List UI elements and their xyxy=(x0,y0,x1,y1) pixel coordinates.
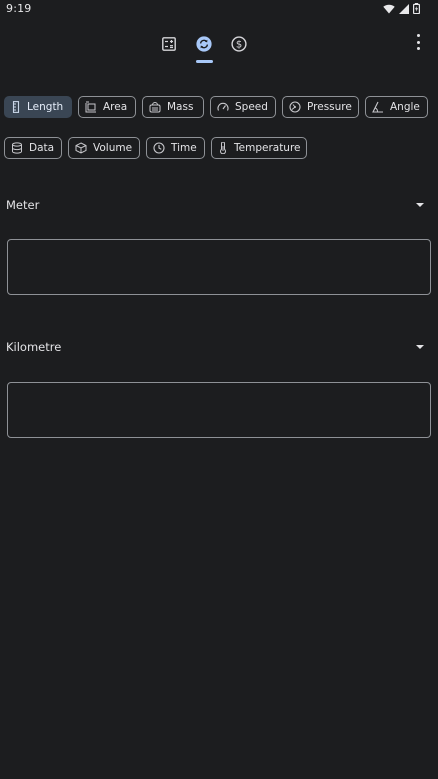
dropdown-arrow-icon xyxy=(416,345,424,349)
more-dot xyxy=(416,40,420,44)
wifi-icon xyxy=(383,4,395,13)
calculator-icon xyxy=(162,37,176,51)
cube-icon xyxy=(75,142,87,154)
selected-tab-indicator xyxy=(196,60,213,63)
chip-label: Time xyxy=(171,142,197,154)
chip-label: Area xyxy=(103,101,128,113)
chip-time[interactable]: Time xyxy=(146,137,205,159)
svg-text:$: $ xyxy=(236,40,242,51)
signal-icon xyxy=(399,3,409,14)
chip-label: Temperature xyxy=(234,142,301,154)
angle-icon xyxy=(372,101,384,113)
from-value-input[interactable] xyxy=(7,239,431,295)
tab-calculator[interactable] xyxy=(157,32,181,56)
thermometer-icon xyxy=(218,142,228,154)
tab-converter[interactable] xyxy=(192,32,216,56)
from-unit-dropdown[interactable]: Meter xyxy=(6,195,430,215)
to-unit-label: Kilometre xyxy=(6,340,62,354)
chip-label: Volume xyxy=(93,142,133,154)
top-tab-bar: $ xyxy=(0,28,438,68)
ruler-icon xyxy=(11,101,21,113)
more-dot xyxy=(416,47,420,50)
more-dot xyxy=(416,34,420,37)
clock-icon xyxy=(153,142,165,154)
chip-speed[interactable]: Speed xyxy=(210,96,276,118)
dropdown-arrow-icon xyxy=(416,203,424,207)
currency-icon: $ xyxy=(231,36,247,52)
chip-label: Data xyxy=(29,142,55,154)
chip-data[interactable]: Data xyxy=(4,137,62,159)
to-value-input[interactable] xyxy=(7,382,431,438)
chip-temperature[interactable]: Temperature xyxy=(211,137,307,159)
gauge-icon xyxy=(289,101,301,113)
speedometer-icon xyxy=(217,101,229,113)
chip-label: Speed xyxy=(235,101,268,113)
chip-length[interactable]: Length xyxy=(4,96,72,118)
chip-area[interactable]: Area xyxy=(78,96,136,118)
status-bar: 9:19 xyxy=(0,0,438,20)
scale-icon xyxy=(149,101,161,113)
chip-label: Mass xyxy=(167,101,194,113)
status-time: 9:19 xyxy=(6,2,32,15)
chip-mass[interactable]: Mass xyxy=(142,96,204,118)
chip-pressure[interactable]: Pressure xyxy=(282,96,359,118)
to-unit-dropdown[interactable]: Kilometre xyxy=(6,337,430,357)
area-icon xyxy=(85,101,97,113)
battery-icon xyxy=(413,3,420,14)
from-unit-label: Meter xyxy=(6,198,40,212)
more-options-button[interactable] xyxy=(414,34,422,50)
chip-volume[interactable]: Volume xyxy=(68,137,140,159)
converter-icon xyxy=(196,36,212,52)
chip-label: Pressure xyxy=(307,101,352,113)
tab-currency[interactable]: $ xyxy=(227,32,251,56)
database-icon xyxy=(11,142,23,154)
chip-angle[interactable]: Angle xyxy=(365,96,428,118)
chip-label: Angle xyxy=(390,101,420,113)
chip-label: Length xyxy=(27,101,64,113)
status-icons xyxy=(383,3,420,14)
